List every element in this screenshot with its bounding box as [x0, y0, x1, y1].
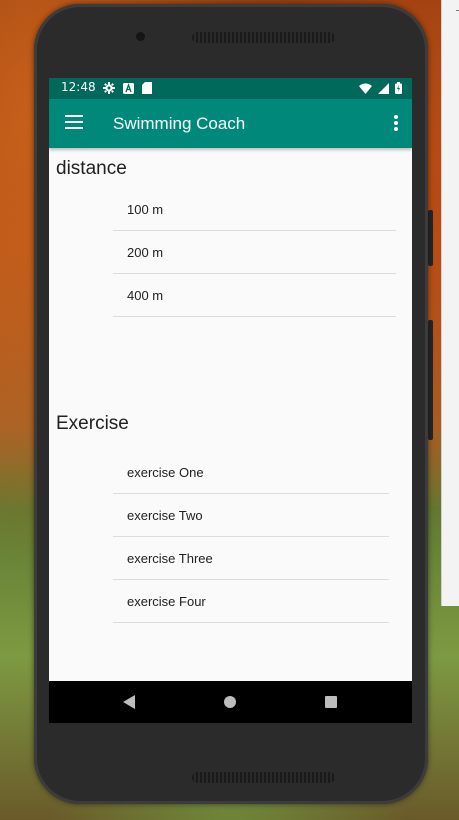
wifi-icon — [359, 83, 372, 94]
list-item[interactable]: 100 m — [113, 188, 396, 231]
back-icon[interactable] — [123, 695, 135, 709]
list-item[interactable]: 200 m — [113, 231, 396, 274]
sd-card-icon — [142, 82, 152, 94]
list-item[interactable]: 400 m — [113, 274, 396, 317]
signal-icon — [378, 82, 389, 94]
power-button — [428, 210, 433, 266]
distance-list: 100 m 200 m 400 m — [113, 188, 396, 317]
phone-screen: 12:48 Swimming Coach distance 100 m 200 … — [49, 78, 412, 723]
list-item[interactable]: exercise Three — [113, 537, 389, 580]
bottom-speaker — [192, 772, 335, 783]
battery-icon — [395, 82, 402, 94]
list-item[interactable]: exercise Four — [113, 580, 389, 623]
status-system-icons — [359, 82, 402, 94]
background-window-edge — [441, 0, 459, 606]
exercise-list: exercise One exercise Two exercise Three… — [113, 451, 389, 623]
app-bar: Swimming Coach — [49, 99, 412, 148]
a-icon — [123, 82, 134, 94]
front-camera — [136, 32, 145, 41]
earpiece-speaker — [192, 32, 335, 43]
status-notification-icons — [103, 82, 152, 94]
recents-icon[interactable] — [325, 696, 337, 708]
gear-icon — [103, 82, 115, 94]
exercise-section-title: Exercise — [56, 413, 129, 434]
overflow-menu-icon[interactable] — [394, 115, 398, 131]
menu-icon[interactable] — [65, 115, 83, 129]
status-bar: 12:48 — [49, 78, 412, 99]
navigation-bar — [49, 681, 412, 723]
app-title: Swimming Coach — [113, 114, 246, 133]
status-time: 12:48 — [61, 80, 96, 94]
volume-button — [428, 320, 433, 440]
list-item[interactable]: exercise Two — [113, 494, 389, 537]
home-icon[interactable] — [224, 696, 236, 708]
list-item[interactable]: exercise One — [113, 451, 389, 494]
distance-section-title: distance — [56, 158, 127, 179]
